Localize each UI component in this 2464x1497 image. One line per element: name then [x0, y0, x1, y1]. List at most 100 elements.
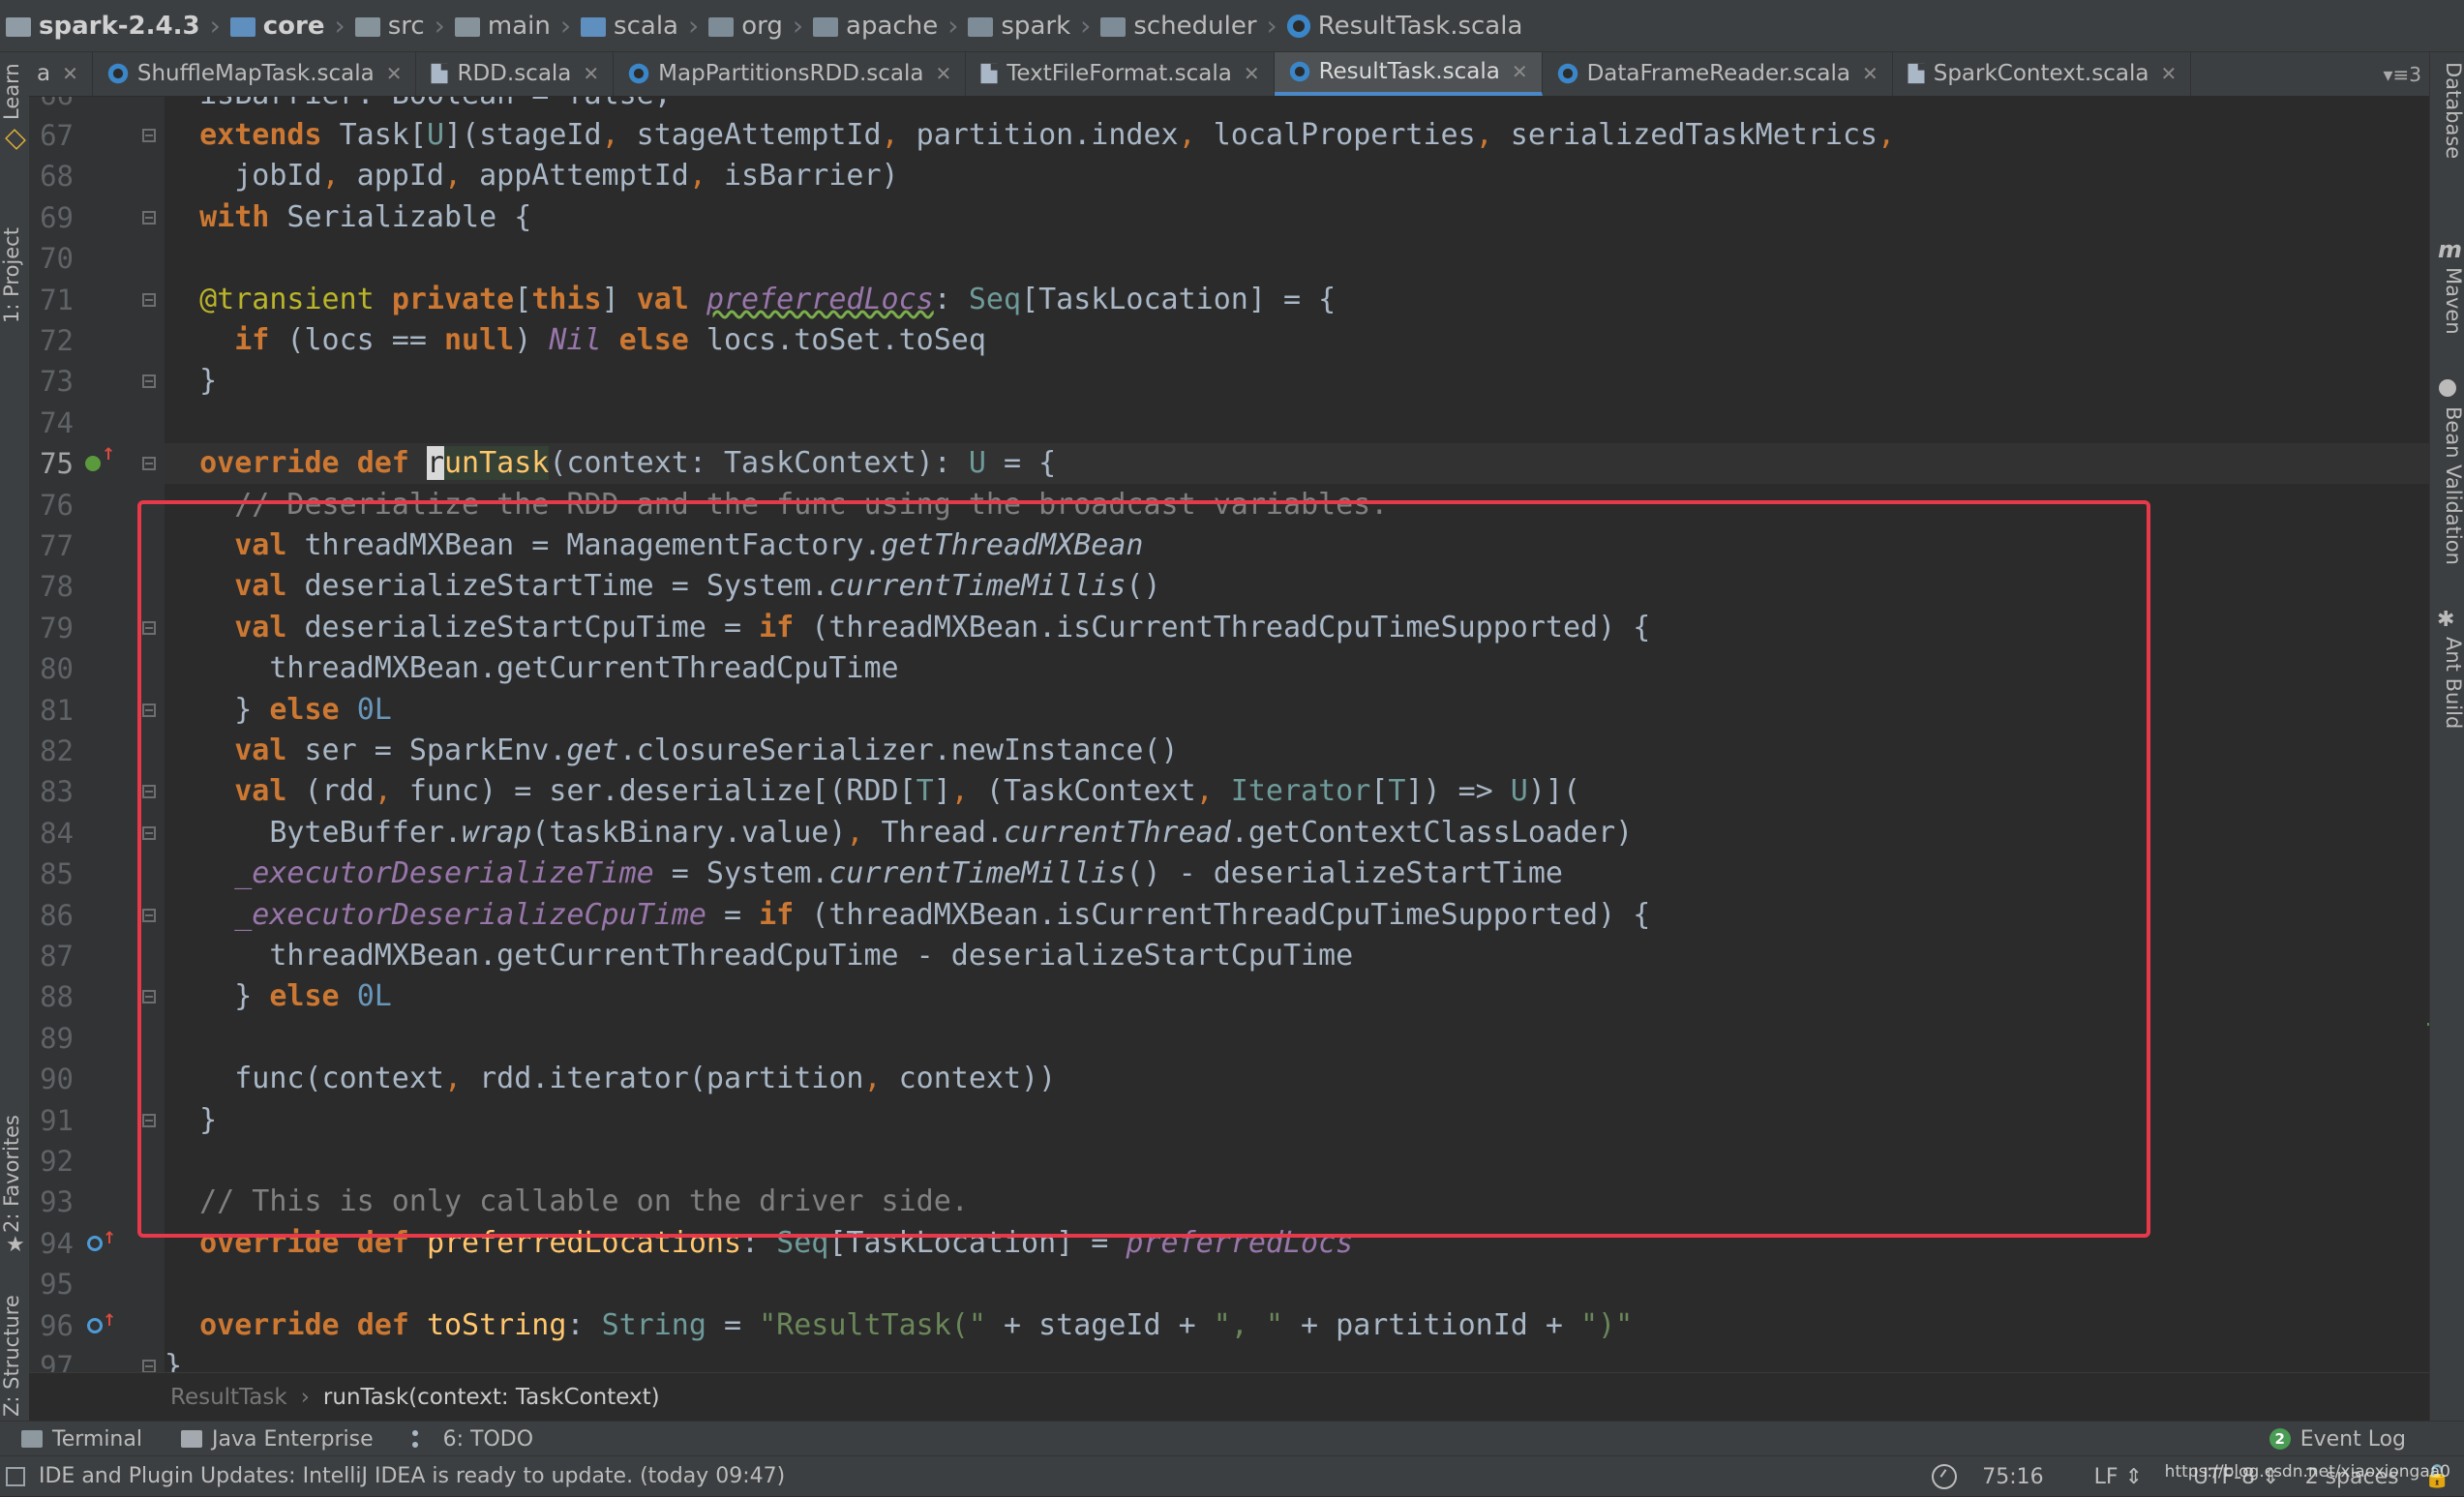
breadcrumb-method[interactable]: runTask(context: TaskContext): [323, 1385, 660, 1410]
close-icon[interactable]: ✕: [2160, 62, 2177, 85]
crumb-scala[interactable]: scala ›: [581, 0, 708, 51]
close-icon[interactable]: ✕: [1862, 62, 1878, 85]
tool-learn[interactable]: Learn: [0, 52, 29, 120]
terminal-button[interactable]: Terminal: [21, 1427, 142, 1452]
toggle-tool-windows-icon[interactable]: [6, 1466, 25, 1486]
code-line[interactable]: val deserializeStartCpuTime = if (thread…: [165, 608, 1650, 648]
java-enterprise-button[interactable]: Java Enterprise: [180, 1427, 374, 1452]
status-message[interactable]: IDE and Plugin Updates: IntelliJ IDEA is…: [39, 1464, 785, 1488]
code-line[interactable]: threadMXBean.getCurrentThreadCpuTime - d…: [165, 936, 1353, 976]
crumb-module[interactable]: core ›: [229, 0, 355, 51]
implements-method-icon[interactable]: [85, 445, 115, 472]
fold-end-icon[interactable]: [142, 990, 156, 1004]
code-token: }: [165, 364, 218, 399]
tab-resulttask[interactable]: ResultTask.scala ✕: [1274, 52, 1543, 96]
code-line[interactable]: ByteBuffer.wrap(taskBinary.value), Threa…: [165, 813, 1633, 853]
fold-collapse-icon[interactable]: [142, 457, 156, 471]
close-icon[interactable]: ✕: [935, 62, 951, 85]
fold-collapse-icon[interactable]: [142, 210, 156, 225]
breadcrumb-class[interactable]: ResultTask: [170, 1385, 287, 1410]
crumb-src[interactable]: src ›: [354, 0, 455, 51]
code-token: func) = ser.deserialize[(RDD[: [391, 774, 916, 809]
tab-partial[interactable]: a ✕: [29, 52, 93, 96]
code-line[interactable]: jobId, appId, appAttemptId, isBarrier): [165, 156, 898, 196]
code-line[interactable]: @transient private[this] val preferredLo…: [165, 280, 1336, 320]
right-tool-strip: Database m Maven Bean Validation ✱ Ant B…: [2429, 52, 2464, 1446]
code-line[interactable]: }: [165, 361, 217, 402]
code-line[interactable]: with Serializable {: [165, 197, 531, 238]
line-number: 74: [40, 405, 74, 439]
line-separator[interactable]: LF ⇕: [2069, 1465, 2143, 1489]
tool-ant-build[interactable]: Ant Build: [2430, 637, 2464, 782]
event-log-button[interactable]: 2 Event Log: [2269, 1422, 2406, 1456]
tool-bean-validation[interactable]: Bean Validation: [2430, 406, 2464, 619]
fold-end-icon[interactable]: [142, 703, 156, 717]
code-line[interactable]: // This is only callable on the driver s…: [165, 1182, 969, 1222]
tab-rdd[interactable]: RDD.scala ✕: [416, 52, 615, 96]
code-line[interactable]: func(context, rdd.iterator(partition, co…: [165, 1059, 1056, 1099]
code-line[interactable]: _executorDeserializeCpuTime = if (thread…: [165, 895, 1650, 936]
fold-collapse-icon[interactable]: [142, 620, 156, 635]
code-line[interactable]: val deserializeStartTime = System.curren…: [165, 566, 1160, 607]
close-icon[interactable]: ✕: [1512, 60, 1528, 83]
close-icon[interactable]: ✕: [386, 62, 403, 85]
code-line[interactable]: threadMXBean.getCurrentThreadCpuTime: [165, 648, 898, 689]
crumb-project[interactable]: spark-2.4.3 ›: [6, 0, 230, 51]
tab-overflow-button[interactable]: ▾≡ 3: [2383, 52, 2429, 96]
code-line[interactable]: override def runTask(context: TaskContex…: [165, 443, 1056, 484]
code-line[interactable]: override def toString: String = "ResultT…: [165, 1305, 1633, 1346]
code-token: Serializable {: [269, 199, 532, 234]
fold-collapse-icon[interactable]: [142, 785, 156, 799]
code-line[interactable]: val (rdd, func) = ser.deserialize[(RDD[T…: [165, 771, 1580, 812]
close-icon[interactable]: ✕: [583, 62, 599, 85]
close-icon[interactable]: ✕: [62, 62, 78, 85]
code-editor[interactable]: 66 67 68 69 70 71 72 73 74 75 76 77 78 79 80 81 82 83 84 85…: [29, 97, 2429, 1372]
caret-position[interactable]: 75:16: [1982, 1465, 2043, 1489]
tool-maven[interactable]: Maven: [2430, 267, 2464, 364]
code-line[interactable]: val threadMXBean = ManagementFactory.get…: [165, 525, 1143, 566]
code-line[interactable]: if (locs == null) Nil else locs.toSet.to…: [165, 320, 986, 361]
tab-dataframereader[interactable]: DataFrameReader.scala ✕: [1543, 52, 1893, 96]
tab-textfileformat[interactable]: TextFileFormat.scala ✕: [966, 52, 1275, 96]
fold-end-icon[interactable]: [142, 1360, 156, 1372]
code-line[interactable]: _executorDeserializeTime = System.curren…: [165, 853, 1563, 894]
tool-database[interactable]: Database: [2430, 62, 2464, 178]
code-line[interactable]: } else 0L: [165, 976, 392, 1017]
code-area[interactable]: isBarrier: Boolean = false, extends Task…: [165, 97, 2429, 1372]
code-token: null: [444, 323, 515, 357]
close-icon[interactable]: ✕: [1244, 62, 1260, 85]
code-line[interactable]: val ser = SparkEnv.get.closureSerializer…: [165, 731, 1178, 771]
code-token: if: [234, 323, 270, 357]
crumb-org[interactable]: org ›: [708, 0, 813, 51]
fold-end-icon[interactable]: [142, 1113, 156, 1127]
code-line[interactable]: }: [165, 1346, 182, 1372]
fold-collapse-icon[interactable]: [142, 129, 156, 142]
fold-end-icon[interactable]: [142, 374, 156, 389]
tool-project[interactable]: 1: Project: [0, 178, 29, 323]
crumb-file[interactable]: ResultTask.scala: [1286, 0, 1522, 51]
overrides-method-icon[interactable]: [87, 1229, 116, 1251]
tool-structure[interactable]: Z: Structure: [0, 1262, 29, 1417]
code-line[interactable]: extends Task[U](stageId, stageAttemptId,…: [165, 115, 1895, 156]
tool-favorites[interactable]: 2: Favorites: [0, 1049, 29, 1233]
fold-end-icon[interactable]: [142, 825, 156, 840]
code-line[interactable]: override def preferredLocations: Seq[Tas…: [165, 1223, 1353, 1264]
tab-sparkcontext[interactable]: SparkContext.scala ✕: [1893, 52, 2192, 96]
overrides-method-icon[interactable]: [87, 1311, 116, 1333]
crumb-scheduler[interactable]: scheduler ›: [1100, 0, 1286, 51]
code-line[interactable]: }: [165, 1100, 217, 1141]
code-line[interactable]: // Deserialize the RDD and the func usin…: [165, 485, 1388, 525]
fold-collapse-icon[interactable]: [142, 908, 156, 922]
todo-button[interactable]: 6: TODO: [411, 1427, 533, 1452]
code-line[interactable]: isBarrier: Boolean = false,: [165, 97, 672, 115]
tab-mappartitionsrdd[interactable]: MapPartitionsRDD.scala ✕: [614, 52, 967, 96]
memory-indicator-icon[interactable]: [1932, 1464, 1958, 1489]
tab-shufflemaptask[interactable]: ShuffleMapTask.scala ✕: [93, 52, 417, 96]
crumb-main[interactable]: main ›: [454, 0, 581, 51]
crumb-spark[interactable]: spark ›: [968, 0, 1100, 51]
fold-collapse-icon[interactable]: [142, 292, 156, 307]
crumb-apache[interactable]: apache ›: [813, 0, 968, 51]
code-line[interactable]: } else 0L: [165, 690, 392, 731]
